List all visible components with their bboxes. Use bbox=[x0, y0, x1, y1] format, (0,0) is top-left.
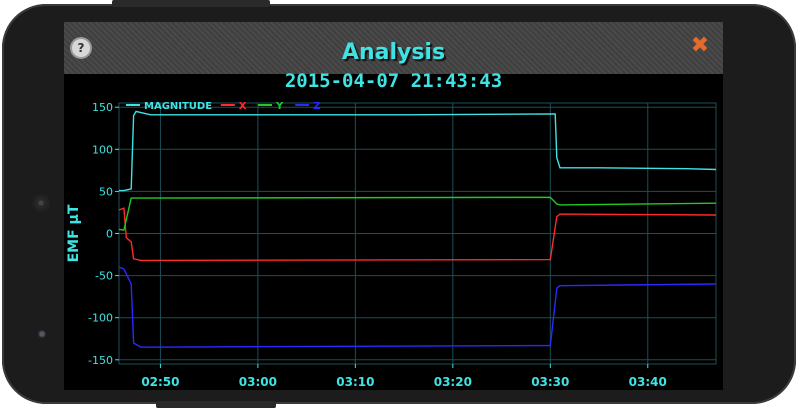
legend-label-x: X bbox=[239, 101, 247, 112]
x-tick-label: 03:10 bbox=[336, 375, 374, 389]
app-screen: ? Analysis ✖ 2015-04-07 21:43:43 150 100 5… bbox=[64, 22, 723, 390]
speaker-icon bbox=[30, 192, 52, 214]
y-axis-label: EMF µT bbox=[66, 204, 82, 262]
series-line-x bbox=[118, 207, 717, 262]
y-tick-label: -150 bbox=[88, 354, 113, 367]
x-tick-label: 03:30 bbox=[531, 375, 569, 389]
series-line-y bbox=[118, 196, 717, 231]
y-tick-label: -50 bbox=[95, 270, 113, 283]
y-tick-label: 50 bbox=[99, 185, 113, 198]
power-button bbox=[112, 0, 270, 7]
volume-button bbox=[156, 401, 276, 408]
y-tick-label: 100 bbox=[92, 143, 113, 156]
legend-label-y: Y bbox=[275, 101, 284, 112]
camera-icon bbox=[38, 330, 46, 338]
y-tick-label: 150 bbox=[92, 101, 113, 114]
y-tick-label: -100 bbox=[88, 312, 113, 325]
series-line-z bbox=[118, 266, 717, 348]
legend-label-z: Z bbox=[313, 101, 320, 112]
y-tick-label: 0 bbox=[106, 228, 113, 241]
x-tick-label: 02:50 bbox=[141, 375, 179, 389]
series-line-magnitude bbox=[119, 110, 717, 192]
emf-chart: 150 100 50 0 -50 -100 -150 02:50 03:00 03:10 03:20… bbox=[66, 101, 717, 389]
x-tick-label: 03:40 bbox=[629, 375, 667, 389]
legend-label-magnitude: MAGNITUDE bbox=[144, 101, 212, 112]
x-tick-label: 03:00 bbox=[239, 375, 277, 389]
x-tick-label: 03:20 bbox=[434, 375, 472, 389]
